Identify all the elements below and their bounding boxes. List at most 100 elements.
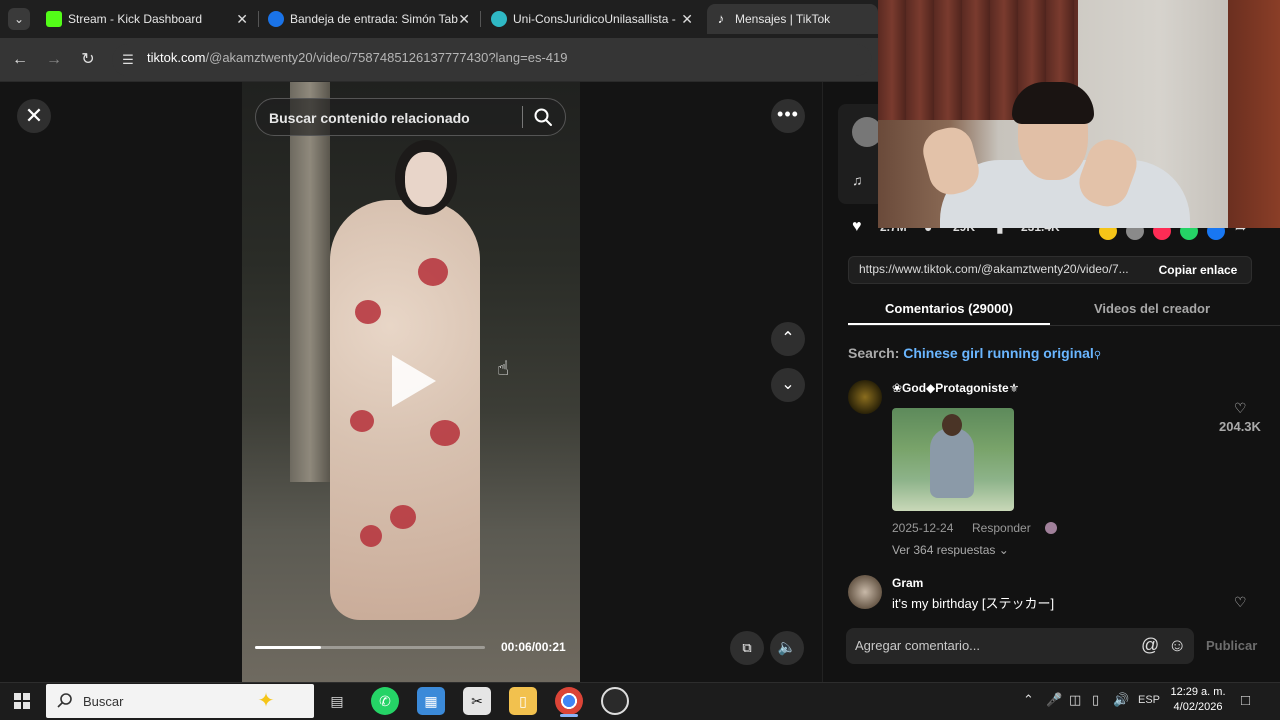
- more-options-button[interactable]: •••: [771, 99, 805, 133]
- tab-title: Bandeja de entrada: Simón Tab: [290, 12, 458, 26]
- video-frame-face: [405, 152, 447, 207]
- publish-button[interactable]: Publicar: [1206, 638, 1257, 653]
- comment-input-placeholder: Agregar comentario...: [855, 638, 981, 653]
- video-time: 00:06/00:21: [501, 640, 566, 654]
- site-info-icon[interactable]: ☰: [116, 48, 140, 72]
- play-icon[interactable]: [392, 355, 436, 407]
- search-icon[interactable]: [533, 107, 553, 127]
- tab-divider: [480, 11, 481, 27]
- chevron-up-icon[interactable]: ⌃: [1023, 692, 1034, 708]
- tab-kick-dashboard[interactable]: Stream - Kick Dashboard ✕: [40, 4, 254, 34]
- video-link: https://www.tiktok.com/@akamztwenty20/vi…: [859, 262, 1129, 276]
- url-domain: tiktok.com: [147, 50, 206, 65]
- webcam-overlay: [878, 0, 1280, 228]
- dress-pattern: [418, 258, 448, 286]
- dress-pattern: [360, 525, 382, 547]
- video-frame-tree: [290, 82, 330, 482]
- video-frame-figure: [330, 200, 480, 620]
- mention-icon[interactable]: @: [1141, 635, 1159, 656]
- taskbar-search-placeholder: Buscar: [83, 694, 124, 709]
- close-video-button[interactable]: ✕: [17, 99, 51, 133]
- close-tab-icon[interactable]: ✕: [681, 4, 693, 34]
- network-icon[interactable]: ◫: [1069, 692, 1081, 708]
- active-tab-indicator: [848, 323, 1050, 325]
- tab-search-button[interactable]: ⌄: [8, 8, 30, 30]
- tab-divider: [258, 11, 259, 27]
- store-icon[interactable]: ▦: [417, 687, 445, 715]
- view-replies-label: Ver 364 respuestas: [892, 543, 996, 557]
- tab-comments[interactable]: Comentarios (29000): [848, 301, 1050, 316]
- commenter-name[interactable]: Gram: [892, 576, 923, 590]
- related-search-placeholder: Buscar contenido relacionado: [269, 110, 470, 126]
- video-progress-bar[interactable]: [255, 646, 485, 649]
- reply-button[interactable]: Responder: [972, 521, 1031, 535]
- notifications-icon[interactable]: □: [1241, 692, 1250, 709]
- tab-title: Stream - Kick Dashboard: [68, 12, 203, 26]
- clock-date: 4/02/2026: [1173, 701, 1223, 713]
- url-text[interactable]: tiktok.com/@akamztwenty20/video/75874851…: [147, 50, 567, 65]
- dress-pattern: [350, 410, 374, 432]
- commenter-avatar[interactable]: [848, 575, 882, 609]
- system-clock[interactable]: 12:29 a. m. 4/02/2026: [1170, 685, 1226, 715]
- comment-date: 2025-12-24: [892, 521, 954, 535]
- view-replies-button[interactable]: Ver 364 respuestas ⌄: [892, 543, 1009, 557]
- forward-arrow-icon[interactable]: →: [42, 48, 66, 72]
- comment-like-icon[interactable]: ♡: [1234, 400, 1247, 417]
- chrome-icon[interactable]: [555, 687, 583, 715]
- comment-image[interactable]: [892, 408, 1014, 511]
- language-indicator[interactable]: ESP: [1138, 694, 1160, 706]
- commenter-avatar[interactable]: [848, 380, 882, 414]
- dress-pattern: [355, 300, 381, 324]
- tab-tiktok-messages[interactable]: ♪ Mensajes | TikTok: [707, 4, 878, 34]
- commenter-name[interactable]: ❀God◆Protagoniste⚜: [892, 381, 1019, 395]
- comment-image-head: [942, 414, 962, 436]
- music-note-icon[interactable]: ♫: [852, 172, 863, 188]
- search-divider: [522, 106, 523, 128]
- url-path: /@akamztwenty20/video/758748512613777743…: [205, 50, 568, 65]
- kick-favicon-icon: [46, 11, 62, 27]
- clock-time: 12:29 a. m.: [1170, 686, 1226, 698]
- next-video-button[interactable]: ⌄: [771, 368, 805, 402]
- floating-player-icon[interactable]: ⧉: [730, 631, 764, 665]
- related-search-prefix: Search:: [848, 345, 900, 361]
- active-app-indicator: [560, 714, 578, 717]
- microphone-icon[interactable]: 🎤: [1046, 692, 1062, 708]
- webcam-person-headset: [1012, 82, 1094, 124]
- windows-start-icon[interactable]: [14, 693, 30, 709]
- like-heart-icon[interactable]: ♥: [852, 218, 862, 236]
- tab-outlook-inbox[interactable]: Bandeja de entrada: Simón Tab ✕: [262, 4, 476, 34]
- related-search-term: Chinese girl running original: [903, 345, 1094, 361]
- tiktok-favicon-icon: ♪: [717, 11, 725, 26]
- volume-icon[interactable]: 🔈: [770, 631, 804, 665]
- whatsapp-icon[interactable]: ✆: [371, 687, 399, 715]
- capcut-icon[interactable]: ✂: [463, 687, 491, 715]
- obs-icon[interactable]: [601, 687, 629, 715]
- dress-pattern: [390, 505, 416, 529]
- tab-title: Mensajes | TikTok: [735, 12, 831, 26]
- creator-liked-avatar: [1045, 522, 1057, 534]
- search-icon: [57, 693, 72, 708]
- back-arrow-icon[interactable]: ←: [8, 48, 32, 72]
- comment-like-count: 204.3K: [1219, 419, 1261, 434]
- tab-creator-videos[interactable]: Videos del creador: [1050, 301, 1254, 316]
- reload-icon[interactable]: ↻: [76, 48, 100, 72]
- tab-unilasallista[interactable]: Uni-ConsJuridicoUnilasallista - ✕: [485, 4, 699, 34]
- comment-like-icon[interactable]: ♡: [1234, 594, 1247, 611]
- emoji-icon[interactable]: ☺: [1168, 635, 1186, 656]
- dress-pattern: [430, 420, 460, 446]
- sharepoint-favicon-icon: [491, 11, 507, 27]
- file-explorer-icon[interactable]: ▯: [509, 687, 537, 715]
- copy-link-button[interactable]: Copiar enlace: [1146, 256, 1250, 284]
- previous-video-button[interactable]: ⌃: [771, 322, 805, 356]
- related-search-link[interactable]: Search: Chinese girl running original⚲: [848, 345, 1101, 361]
- search-icon: ⚲: [1093, 350, 1102, 361]
- chevron-down-icon: ⌄: [998, 543, 1009, 557]
- webcam-door: [1228, 0, 1280, 228]
- battery-icon[interactable]: ▯: [1092, 692, 1099, 708]
- task-view-icon[interactable]: ▤: [323, 687, 351, 715]
- comment-image-person: [930, 428, 974, 498]
- close-tab-icon[interactable]: ✕: [236, 4, 248, 34]
- close-tab-icon[interactable]: ✕: [458, 4, 470, 34]
- speaker-icon[interactable]: 🔊: [1113, 692, 1129, 708]
- copilot-sparkle-icon[interactable]: ✦: [252, 687, 280, 715]
